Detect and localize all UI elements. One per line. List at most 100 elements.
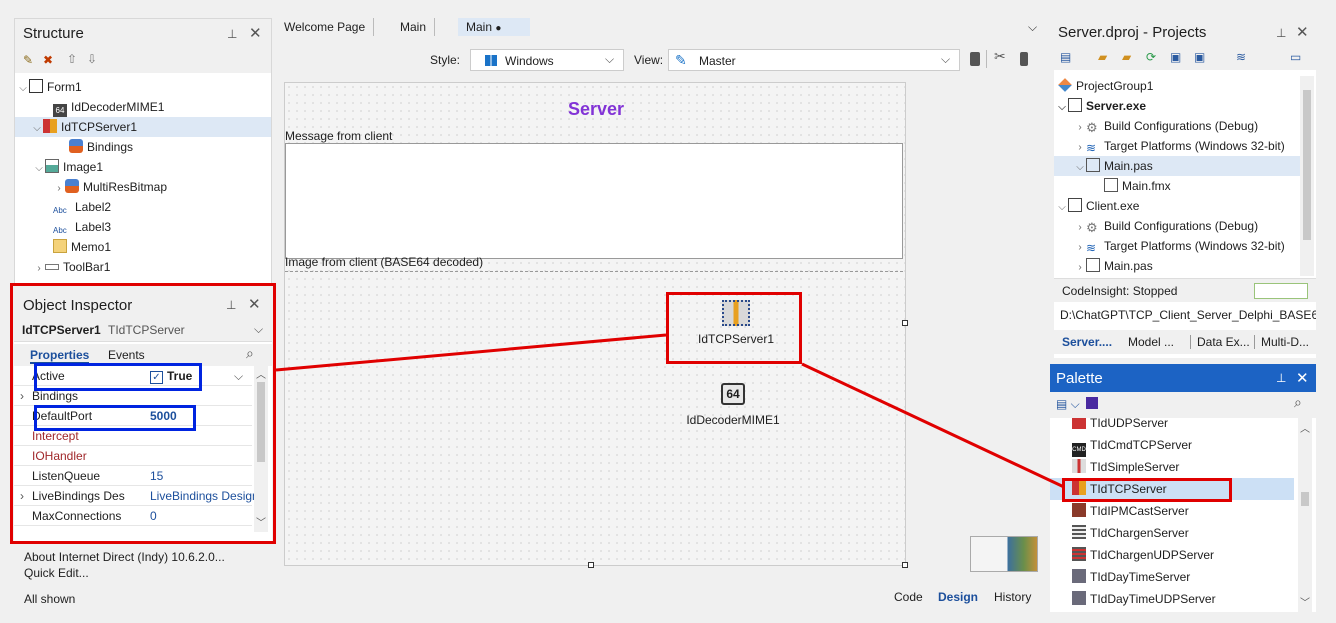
tree-item-multiresbitmap[interactable]: › MultiResBitmap	[53, 177, 167, 197]
tree-item-bindings[interactable]: Bindings	[69, 137, 133, 157]
device-icon[interactable]	[970, 52, 980, 66]
tree-item-toolbar1[interactable]: › ToolBar1	[33, 257, 110, 277]
palette-item-daytimeudpserver[interactable]: TIdDayTimeUDPServer	[1050, 588, 1216, 610]
search-icon[interactable]: ⌕	[1294, 394, 1302, 411]
chevron-down-icon[interactable]: ⌵	[605, 52, 614, 67]
chevron-up-icon[interactable]: ︿	[1300, 420, 1310, 435]
close-icon[interactable]: ✕	[249, 24, 262, 42]
view-dropdown[interactable]: ✎ Master ⌵	[668, 49, 960, 71]
device-alt-icon[interactable]	[1020, 52, 1028, 66]
chevron-right-icon[interactable]: ›	[33, 259, 45, 279]
project-item-build-config-2[interactable]: › ⚙ Build Configurations (Debug)	[1074, 216, 1258, 236]
pin-icon[interactable]: ⊥	[1276, 26, 1286, 40]
open-folder-icon[interactable]: ▰	[1122, 50, 1131, 64]
chevron-down-icon[interactable]: ﹀	[1300, 594, 1310, 609]
add-item-icon[interactable]: ✎	[23, 53, 33, 67]
quick-edit-link[interactable]: Quick Edit...	[24, 566, 89, 580]
tree-item-decoder[interactable]: 64 IdDecoderMIME1	[53, 97, 164, 118]
refresh-icon[interactable]: ⟳	[1146, 50, 1156, 64]
sort-icon[interactable]: ≋	[1236, 50, 1246, 64]
delete-item-icon[interactable]: ✖	[43, 53, 53, 67]
cursor-icon[interactable]	[1086, 397, 1098, 409]
palette-scrollbar[interactable]: ︿ ﹀	[1298, 418, 1312, 612]
form-preview-thumbnail[interactable]	[970, 536, 1038, 572]
decoder-component[interactable]: 64 IdDecoderMIME1	[685, 383, 805, 433]
project-item-client[interactable]: ⌵ Client.exe	[1056, 196, 1139, 216]
resize-handle-bottom[interactable]	[588, 562, 594, 568]
tree-item-label3[interactable]: Abc Label3	[53, 217, 111, 237]
palette-item-udpserver[interactable]: TIdUDPServer	[1050, 418, 1168, 434]
chevron-right-icon[interactable]: ›	[53, 179, 65, 199]
style-dropdown[interactable]: Windows ⌵	[470, 49, 624, 71]
project-item-main-pas[interactable]: ⌵ Main.pas	[1054, 156, 1300, 176]
about-indy-link[interactable]: About Internet Direct (Indy) 10.6.2.0...	[24, 550, 225, 564]
tree-item-form1[interactable]: ⌵ Form1	[17, 77, 82, 97]
project-item-group[interactable]: ProjectGroup1	[1058, 76, 1153, 96]
move-down-icon[interactable]: ⇩	[87, 52, 97, 66]
tab-welcome-page[interactable]: Welcome Page	[276, 18, 375, 36]
project-item-target-platforms[interactable]: › ≋ Target Platforms (Windows 32-bit)	[1074, 136, 1284, 158]
pin-icon[interactable]: ⊥	[227, 27, 237, 41]
tab-history[interactable]: History	[994, 590, 1031, 604]
resize-handle-corner[interactable]	[902, 562, 908, 568]
add-to-project-icon[interactable]: ▰	[1098, 50, 1107, 64]
chevron-right-icon[interactable]: ›	[1074, 138, 1086, 158]
tab-server-project[interactable]: Server....	[1062, 335, 1112, 349]
tab-main-1[interactable]: Main	[392, 18, 436, 36]
project-item-server[interactable]: ⌵ Server.exe	[1056, 96, 1146, 116]
new-item-icon[interactable]: ▤	[1060, 50, 1071, 64]
tree-item-memo1[interactable]: Memo1	[53, 237, 111, 257]
resize-handle-right[interactable]	[902, 320, 908, 326]
memo-box[interactable]	[285, 143, 903, 259]
chevron-right-icon[interactable]: ›	[1074, 218, 1086, 238]
project-item-main-pas-2[interactable]: › Main.pas	[1074, 256, 1153, 276]
project-item-build-config[interactable]: › ⚙ Build Configurations (Debug)	[1074, 116, 1258, 136]
form-canvas[interactable]: Server Message from client Image from cl…	[284, 82, 906, 566]
chevron-down-icon[interactable]: ⌵	[31, 119, 43, 139]
chevron-right-icon[interactable]: ›	[1074, 118, 1086, 138]
tab-model[interactable]: Model ...	[1128, 335, 1174, 349]
palette-item-chargenserver[interactable]: TIdChargenServer	[1050, 522, 1189, 544]
scroll-thumb[interactable]	[1303, 90, 1311, 240]
tree-item-tcpserver[interactable]: ⌵ IdTCPServer1	[15, 117, 271, 137]
chevron-down-icon[interactable]: ⌵	[1056, 198, 1068, 218]
tab-multi-device[interactable]: Multi-D...	[1254, 335, 1309, 349]
tab-code[interactable]: Code	[894, 590, 923, 604]
chevron-down-icon[interactable]: ⌵	[941, 52, 950, 67]
window-icon[interactable]: ▭	[1290, 50, 1301, 64]
chevron-right-icon[interactable]: ›	[1074, 258, 1086, 278]
chevron-down-icon[interactable]: ⌵	[33, 159, 45, 179]
structure-panel: Structure ⊥ ✕ ✎ ✖ ⇧ ⇩ ⌵ Form1 64 IdDecoder…	[14, 18, 272, 284]
project-item-target-platforms-2[interactable]: › ≋ Target Platforms (Windows 32-bit)	[1074, 236, 1284, 258]
palette-menu-icon[interactable]: ▤ ⌵	[1056, 397, 1080, 412]
palette-item-cmdtcpserver[interactable]: CMD TIdCmdTCPServer	[1050, 434, 1192, 457]
close-icon[interactable]: ✕	[1296, 369, 1309, 387]
tab-data-explorer[interactable]: Data Ex...	[1190, 335, 1250, 349]
tab-design[interactable]: Design	[938, 590, 978, 604]
chevron-down-icon[interactable]: ⌵	[17, 79, 29, 99]
palette-item-simpleserver[interactable]: TIdSimpleServer	[1050, 456, 1179, 478]
chevron-down-icon[interactable]: ⌵	[1074, 158, 1086, 178]
tab-list-chevron-icon[interactable]: ⌵	[1028, 20, 1037, 35]
scroll-thumb[interactable]	[1301, 492, 1309, 506]
project-group-icon	[1058, 78, 1072, 92]
palette-item-daytimeserver[interactable]: TIdDayTimeServer	[1050, 566, 1190, 588]
chevron-right-icon[interactable]: ›	[1074, 238, 1086, 258]
tree-item-label2[interactable]: Abc Label2	[53, 197, 111, 217]
annotation-defaultport-box	[34, 405, 196, 431]
pin-icon[interactable]: ⊥	[1276, 371, 1286, 385]
palette-item-ipmcastserver[interactable]: TIdIPMCastServer	[1050, 500, 1189, 522]
settings-tools-icon[interactable]: ✂	[994, 48, 1006, 65]
project-item-main-fmx[interactable]: Main.fmx	[1104, 176, 1171, 196]
projects-scrollbar[interactable]	[1300, 76, 1314, 276]
build-icon[interactable]: ▣	[1170, 50, 1181, 64]
tab-main-active[interactable]: Main ●	[458, 18, 530, 36]
palette-item-chargenudpserver[interactable]: TIdChargenUDPServer	[1050, 544, 1214, 566]
chargen-icon	[1072, 525, 1086, 539]
chevron-down-icon[interactable]: ⌵	[1056, 98, 1068, 118]
tree-item-image1[interactable]: ⌵ Image1	[33, 157, 103, 177]
close-icon[interactable]: ✕	[1296, 23, 1309, 41]
move-up-icon[interactable]: ⇧	[67, 52, 77, 66]
image-area[interactable]	[285, 271, 903, 567]
deploy-icon[interactable]: ▣	[1194, 50, 1205, 64]
